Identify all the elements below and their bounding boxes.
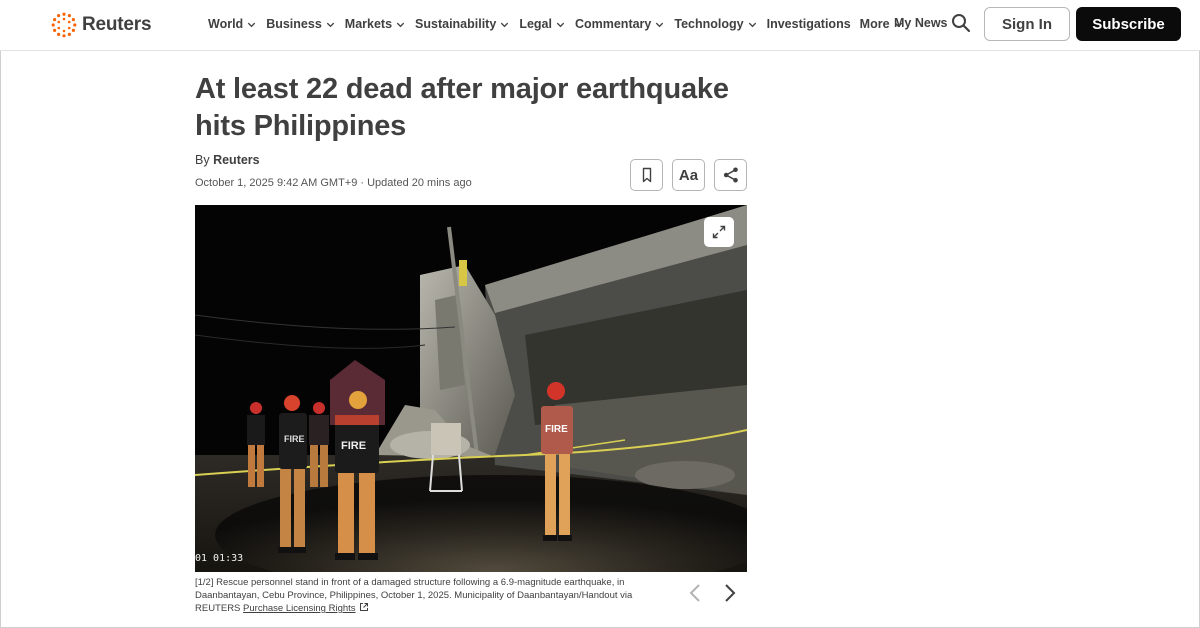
chevron-down-icon: [501, 22, 509, 27]
chevron-down-icon: [748, 22, 756, 27]
nav-item-label: Technology: [674, 17, 744, 31]
vest-label: FIRE: [545, 424, 568, 435]
nav-item-business[interactable]: Business: [266, 17, 336, 31]
nav-item-label: Sustainability: [415, 17, 497, 31]
logo-wordmark: Reuters: [82, 14, 152, 35]
nav-item-label: Legal: [519, 17, 552, 31]
nav-item-label: Commentary: [574, 17, 652, 31]
author-link[interactable]: Reuters: [213, 153, 260, 167]
sign-in-button[interactable]: Sign In: [984, 7, 1070, 41]
expand-button[interactable]: [704, 217, 734, 247]
chevron-down-icon: [556, 22, 565, 27]
search-icon[interactable]: [951, 13, 971, 33]
chevron-right-icon[interactable]: [720, 582, 740, 604]
my-news-link[interactable]: My News: [894, 16, 948, 30]
chevron-left-icon[interactable]: [686, 582, 706, 604]
earthquake-scene-image: FIRE FIRE FIRE: [195, 205, 747, 572]
reuters-logo[interactable]: Reuters: [51, 11, 152, 39]
article-headline: At least 22 dead after major earthquake …: [195, 73, 729, 142]
nav-item-commentary[interactable]: Commentary: [575, 17, 665, 31]
photo-caption: [1/2] Rescue personnel stand in front of…: [195, 577, 665, 616]
main-nav: World Business Markets Sustainability Le…: [208, 0, 913, 48]
chevron-down-icon: [396, 22, 405, 27]
nav-item-label: Markets: [344, 17, 393, 31]
reuters-logo-icon: [51, 12, 77, 38]
site-header: Reuters World Business Markets Sustainab…: [0, 0, 1200, 51]
caption-index: [1/2]: [195, 577, 214, 588]
external-link-icon[interactable]: [359, 602, 369, 612]
bookmark-button[interactable]: [630, 159, 663, 191]
bookmark-icon: [642, 167, 651, 183]
chevron-down-icon: [326, 22, 334, 27]
byline: By Reuters: [195, 153, 260, 167]
subscribe-button[interactable]: Subscribe: [1076, 7, 1181, 41]
nav-item-label: Business: [266, 17, 322, 31]
nav-item-sustainability[interactable]: Sustainability: [415, 17, 510, 31]
nav-item-label: World: [208, 17, 244, 31]
article-dateline: October 1, 2025 9:42 AM GMT+9 · Updated …: [195, 177, 472, 189]
expand-icon: [712, 225, 726, 239]
nav-item-label: Investigations: [766, 17, 851, 31]
nav-item-investigations[interactable]: Investigations: [767, 17, 851, 31]
font-size-button[interactable]: Aa: [672, 159, 705, 191]
image-timestamp: 01 01:33: [195, 553, 244, 564]
vest-label: FIRE: [341, 440, 366, 452]
chevron-down-icon: [248, 22, 256, 27]
share-button[interactable]: [714, 159, 747, 191]
nav-item-legal[interactable]: Legal: [519, 17, 566, 31]
nav-item-world[interactable]: World: [208, 17, 257, 31]
nav-item-markets[interactable]: Markets: [345, 17, 406, 31]
chevron-down-icon: [656, 22, 664, 27]
byline-prefix: By: [195, 153, 210, 167]
nav-item-label: More: [859, 17, 890, 31]
nav-item-technology[interactable]: Technology: [674, 17, 757, 31]
purchase-licensing-link[interactable]: Purchase Licensing Rights: [243, 603, 355, 614]
vest-label: FIRE: [284, 434, 305, 444]
article-photo[interactable]: FIRE FIRE FIRE 01 01:33: [195, 205, 747, 572]
share-icon: [723, 167, 738, 183]
